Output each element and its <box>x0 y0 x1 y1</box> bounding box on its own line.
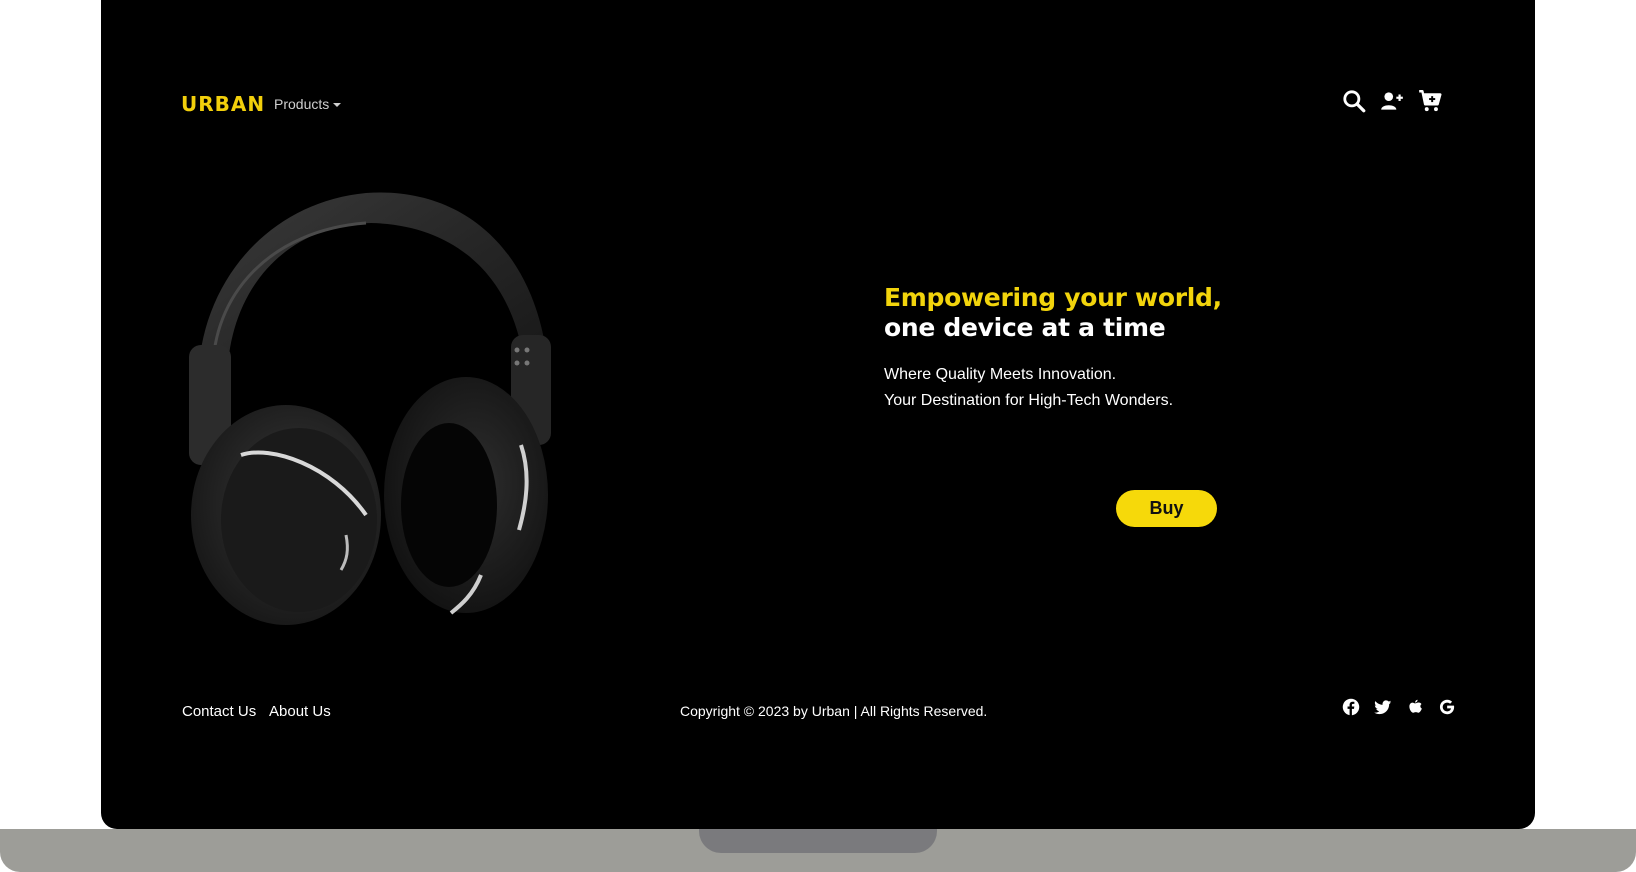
products-label: Products <box>274 96 330 112</box>
hero-headline: Empowering your world, one device at a t… <box>884 283 1244 343</box>
add-user-icon[interactable] <box>1379 88 1405 114</box>
search-icon[interactable] <box>1341 88 1367 114</box>
apple-icon[interactable] <box>1406 698 1424 716</box>
brand-logo[interactable]: URBAN <box>181 92 265 116</box>
hero-tagline-2: Your Destination for High-Tech Wonders. <box>884 392 1174 409</box>
caret-down-icon <box>333 102 342 107</box>
nav-icons <box>1341 88 1443 114</box>
social-links <box>1342 698 1456 716</box>
products-dropdown[interactable]: Products <box>274 96 342 112</box>
copyright-text: Copyright © 2023 by Urban | All Rights R… <box>680 703 988 719</box>
hero-tagline-1: Where Quality Meets Innovation. <box>884 366 1117 383</box>
twitter-icon[interactable] <box>1374 698 1392 716</box>
headline-rest: one device at a time <box>884 313 1166 342</box>
headphones-image <box>189 192 551 625</box>
google-icon[interactable] <box>1438 698 1456 716</box>
laptop-screen: URBAN Products Empowering your world, on… <box>101 0 1535 829</box>
buy-button[interactable]: Buy <box>1116 490 1217 527</box>
about-us-link[interactable]: About Us <box>269 703 331 720</box>
headline-accent: Empowering your world, <box>884 283 1222 312</box>
contact-us-link[interactable]: Contact Us <box>182 703 256 720</box>
laptop-notch <box>699 829 937 853</box>
cart-icon[interactable] <box>1417 88 1443 114</box>
facebook-icon[interactable] <box>1342 698 1360 716</box>
